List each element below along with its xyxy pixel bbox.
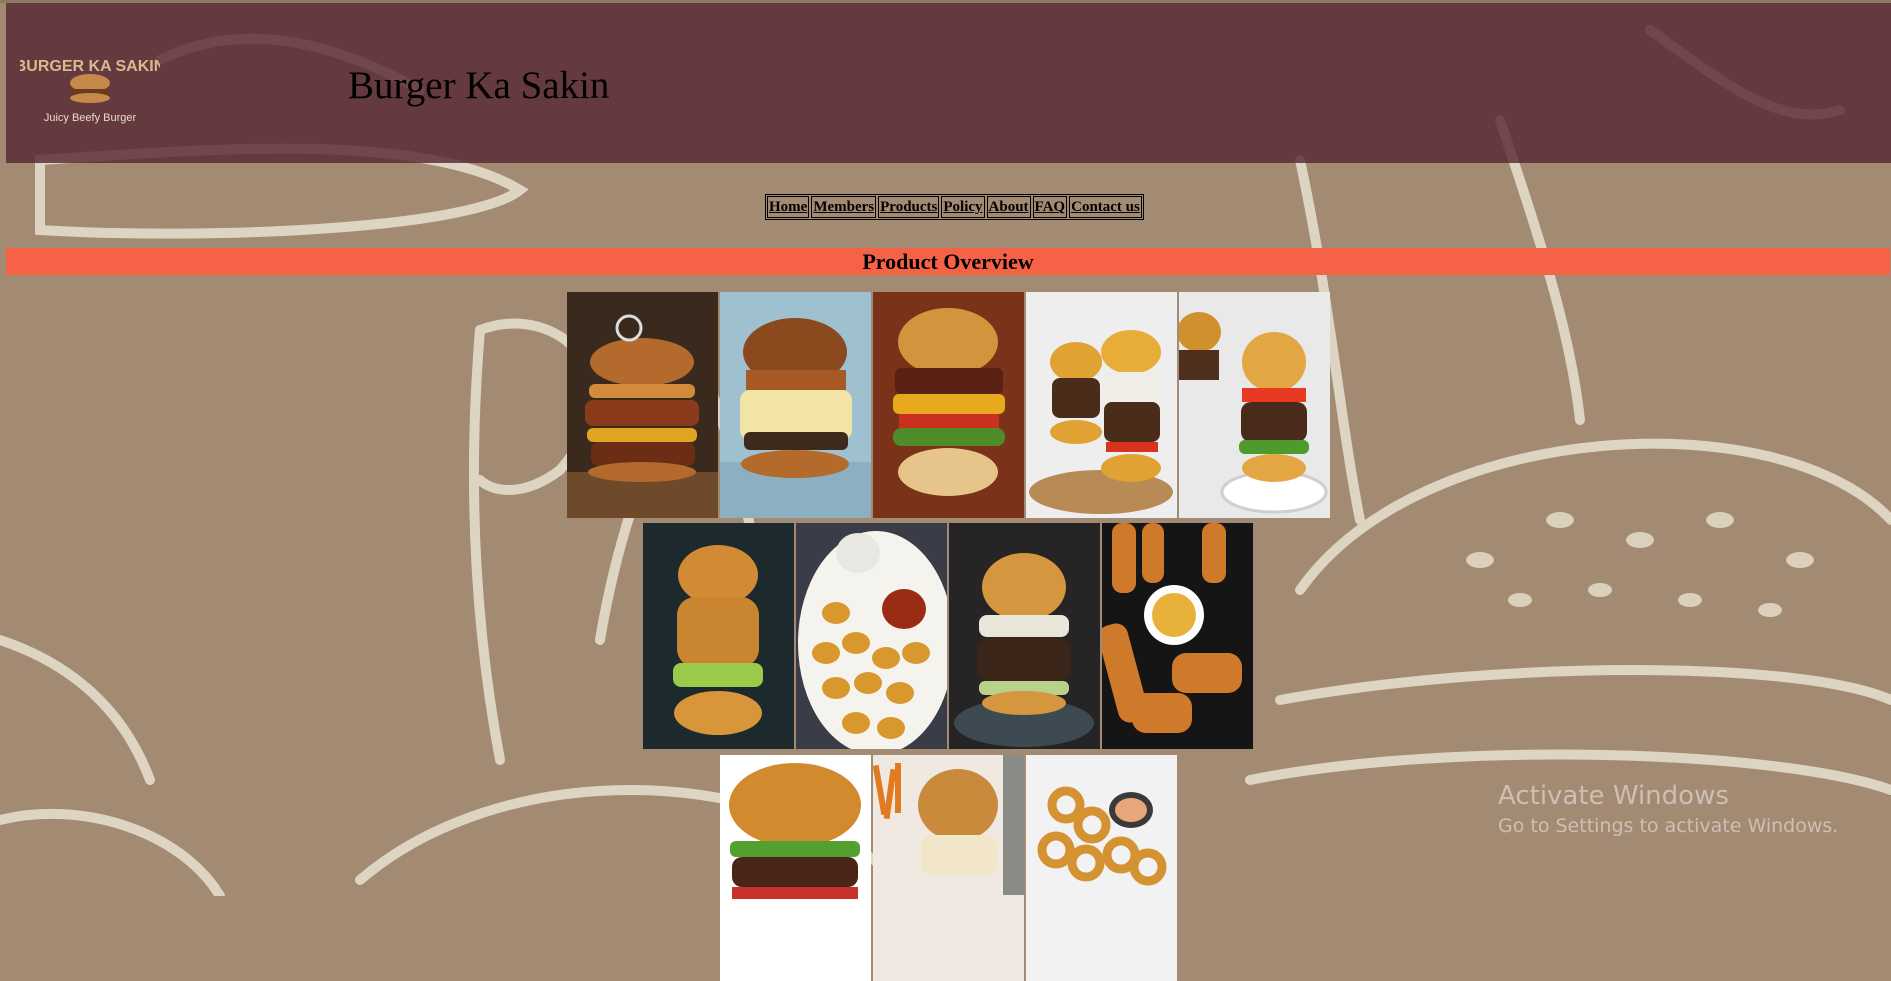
product-image-onion-ring-burger[interactable]: [567, 292, 718, 518]
product-image-crispy-chicken-burger[interactable]: [643, 523, 794, 749]
chicken-nuggets-image: [796, 523, 947, 749]
nav-policy[interactable]: Policy: [941, 196, 985, 218]
cheese-burger-image: [720, 292, 871, 518]
nav-members[interactable]: Members: [811, 196, 877, 218]
section-bar: Product Overview: [6, 248, 1890, 275]
product-image-burger-and-fries[interactable]: [873, 755, 1024, 981]
product-image-slider-burgers[interactable]: [1026, 292, 1177, 518]
nav-about[interactable]: About: [986, 196, 1031, 218]
nav-home[interactable]: Home: [767, 196, 810, 218]
burger-and-fries-image: [873, 755, 1024, 981]
bacon-cheese-burger-image: [873, 292, 1024, 518]
main-navigation: Home Members Products Policy About FAQ C…: [765, 194, 1144, 220]
onion-ring-burger-image: [567, 292, 718, 518]
nav-products[interactable]: Products: [878, 196, 940, 218]
product-image-cheese-burger[interactable]: [720, 292, 871, 518]
logo-tagline: Juicy Beefy Burger: [44, 112, 137, 124]
product-image-mini-burgers[interactable]: [1179, 292, 1330, 518]
product-image-fried-chicken-strips[interactable]: [1102, 523, 1253, 749]
mini-burgers-image: [1179, 292, 1330, 518]
product-image-chicken-nuggets[interactable]: [796, 523, 947, 749]
product-image-onion-rings[interactable]: [1026, 755, 1177, 981]
classic-burger-image: [720, 755, 871, 981]
burger-logo-icon[interactable]: BURGER KA SAKIN Juicy Beefy Burger: [20, 43, 160, 133]
windows-activation-watermark: Activate Windows Go to Settings to activ…: [1498, 781, 1838, 837]
onion-rings-image: [1026, 755, 1177, 981]
crispy-chicken-burger-image: [643, 523, 794, 749]
product-image-classic-burger[interactable]: [720, 755, 871, 981]
activation-title: Activate Windows: [1498, 781, 1729, 811]
site-title: Burger Ka Sakin: [348, 64, 610, 107]
slaw-burger-image: [949, 523, 1100, 749]
product-image-slaw-burger[interactable]: [949, 523, 1100, 749]
section-title: Product Overview: [862, 249, 1034, 274]
nav-contact-us[interactable]: Contact us: [1069, 196, 1142, 218]
site-header: BURGER KA SAKIN Juicy Beefy Burger Burge…: [6, 3, 1891, 163]
product-image-bacon-cheese-burger[interactable]: [873, 292, 1024, 518]
logo-text: BURGER KA SAKIN: [20, 58, 160, 75]
slider-burgers-image: [1026, 292, 1177, 518]
page: BURGER KA SAKIN Juicy Beefy Burger Burge…: [0, 0, 1891, 981]
activation-subtitle: Go to Settings to activate Windows.: [1498, 815, 1839, 837]
fried-chicken-strips-image: [1102, 523, 1253, 749]
nav-faq[interactable]: FAQ: [1032, 196, 1068, 218]
